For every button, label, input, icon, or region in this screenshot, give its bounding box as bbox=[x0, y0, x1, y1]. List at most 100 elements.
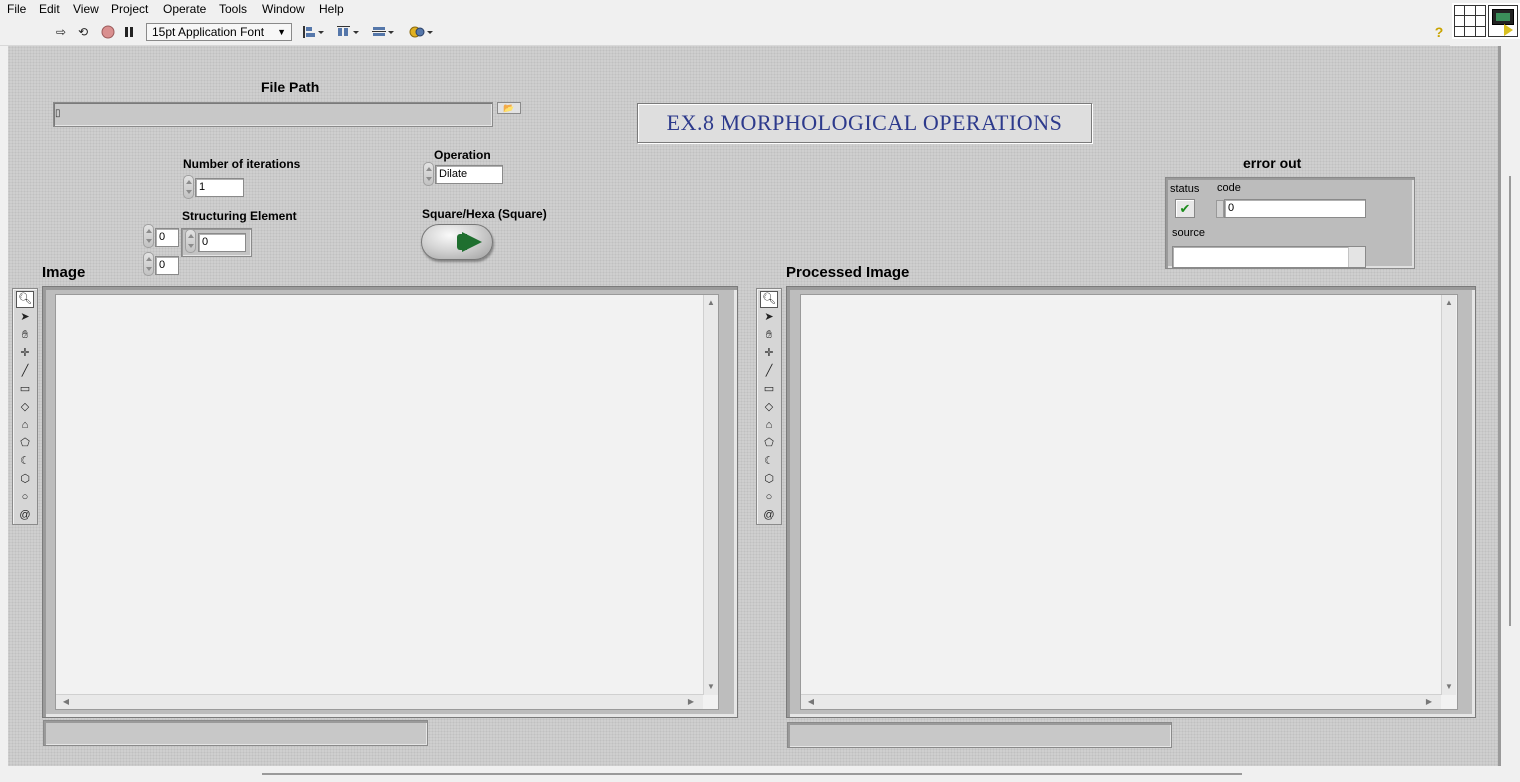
menu-file[interactable]: File bbox=[7, 2, 26, 16]
abort-icon[interactable] bbox=[100, 24, 116, 40]
line-icon[interactable]: ╱ bbox=[760, 363, 778, 380]
align-objects-icon[interactable] bbox=[301, 24, 325, 40]
scroll-down-icon[interactable]: ▼ bbox=[705, 681, 717, 693]
iterations-increment-decrement[interactable] bbox=[183, 175, 194, 199]
polygon-icon[interactable]: ⌂ bbox=[760, 417, 778, 434]
menu-help[interactable]: Help bbox=[319, 2, 344, 16]
broken-line-icon[interactable]: ○ bbox=[760, 489, 778, 506]
code-label: code bbox=[1217, 182, 1241, 194]
rotated-rectangle-icon[interactable]: ◇ bbox=[760, 399, 778, 416]
help-icon[interactable]: ? bbox=[1431, 24, 1447, 40]
structuring-element-label: Structuring Element bbox=[182, 209, 297, 223]
square-hexa-button[interactable] bbox=[421, 224, 493, 260]
rectangle-icon[interactable]: ▭ bbox=[16, 381, 34, 398]
font-selector[interactable]: 15pt Application Font ▼ bbox=[146, 23, 292, 41]
operation-increment-decrement[interactable] bbox=[423, 162, 434, 186]
processed-image-vertical-scrollbar[interactable]: ▲ ▼ bbox=[1441, 295, 1456, 695]
processed-image-display-canvas[interactable] bbox=[800, 294, 1458, 710]
pointer-icon[interactable]: ➤ bbox=[16, 309, 34, 326]
line-icon[interactable]: ╱ bbox=[16, 363, 34, 380]
browse-button[interactable]: 📂 bbox=[497, 102, 521, 114]
spiral-icon[interactable]: @ bbox=[16, 507, 34, 524]
vi-icon[interactable] bbox=[1488, 5, 1518, 37]
menu-edit[interactable]: Edit bbox=[39, 2, 60, 16]
code-input: 0 bbox=[1224, 199, 1366, 218]
annulus-icon[interactable]: ☾ bbox=[760, 453, 778, 470]
menu-tools[interactable]: Tools bbox=[219, 2, 247, 16]
font-selector-value: 15pt Application Font bbox=[152, 25, 265, 39]
annulus-icon[interactable]: ☾ bbox=[16, 453, 34, 470]
menu-bar: File Edit View Project Operate Tools Win… bbox=[0, 0, 1450, 18]
code-control: 0 bbox=[1216, 199, 1366, 219]
pan-icon[interactable]: ✋︎ bbox=[16, 327, 34, 344]
scroll-up-icon[interactable]: ▲ bbox=[1443, 297, 1455, 309]
pause-icon[interactable] bbox=[121, 24, 137, 40]
zoom-icon[interactable]: 🔍︎ bbox=[16, 291, 34, 308]
folder-icon: 📂 bbox=[503, 103, 515, 113]
status-indicator: ✔ bbox=[1175, 199, 1195, 218]
scroll-left-icon[interactable]: ◀ bbox=[805, 696, 817, 708]
run-continuously-icon[interactable]: ⟲ bbox=[75, 24, 91, 40]
freehand-icon[interactable]: ⬠ bbox=[16, 435, 34, 452]
point-icon[interactable]: ✛ bbox=[760, 345, 778, 362]
path-type-icon: ▯ bbox=[55, 108, 61, 119]
horizontal-scrollbar[interactable] bbox=[262, 773, 1242, 775]
iterations-label: Number of iterations bbox=[183, 157, 301, 171]
menu-operate[interactable]: Operate bbox=[163, 2, 206, 16]
source-label: source bbox=[1172, 227, 1206, 239]
operation-ring[interactable]: Dilate bbox=[435, 165, 503, 184]
menu-window[interactable]: Window bbox=[262, 2, 305, 16]
row-index-spinner[interactable] bbox=[143, 224, 154, 248]
error-out-label: error out bbox=[1243, 155, 1302, 171]
rectangle-icon[interactable]: ▭ bbox=[760, 381, 778, 398]
structuring-element-input[interactable]: 0 bbox=[198, 233, 246, 252]
vertical-scrollbar-thumb[interactable] bbox=[1509, 176, 1511, 626]
pan-icon[interactable]: ✋︎ bbox=[760, 327, 778, 344]
rotated-rectangle-icon[interactable]: ◇ bbox=[16, 399, 34, 416]
column-index-spinner[interactable] bbox=[143, 252, 154, 276]
reorder-icon[interactable] bbox=[408, 24, 434, 40]
vertical-scrollbar[interactable] bbox=[1498, 46, 1501, 766]
led-arrow-icon bbox=[462, 232, 482, 252]
run-arrow-icon[interactable]: ⇨ bbox=[53, 24, 69, 40]
zoom-icon[interactable]: 🔍︎ bbox=[760, 291, 778, 308]
point-icon[interactable]: ✛ bbox=[16, 345, 34, 362]
resize-objects-icon[interactable] bbox=[371, 24, 395, 40]
vi-connector-and-icon[interactable] bbox=[1452, 3, 1520, 39]
menu-view[interactable]: View bbox=[73, 2, 99, 16]
source-field bbox=[1172, 246, 1366, 268]
connector-pane-icon[interactable] bbox=[1454, 5, 1486, 37]
column-index-input[interactable]: 0 bbox=[155, 256, 179, 275]
scroll-down-icon[interactable]: ▼ bbox=[1443, 681, 1455, 693]
image-vertical-scrollbar[interactable]: ▲ ▼ bbox=[703, 295, 718, 695]
oval-icon[interactable]: ⬡ bbox=[16, 471, 34, 488]
element-spinner[interactable] bbox=[185, 229, 196, 253]
freehand-icon[interactable]: ⬠ bbox=[760, 435, 778, 452]
code-spinner bbox=[1216, 200, 1224, 218]
distribute-objects-icon[interactable] bbox=[336, 24, 360, 40]
file-path-label: File Path bbox=[261, 79, 320, 95]
oval-icon[interactable]: ⬡ bbox=[760, 471, 778, 488]
image-display-canvas[interactable] bbox=[55, 294, 719, 710]
image-status-bar bbox=[43, 720, 428, 746]
spiral-icon[interactable]: @ bbox=[760, 507, 778, 524]
iterations-input[interactable]: 1 bbox=[195, 178, 244, 197]
toolbar: ⇨ ⟲ 15pt Application Font ▼ ? bbox=[0, 18, 1450, 46]
pointer-icon[interactable]: ➤ bbox=[760, 309, 778, 326]
polygon-icon[interactable]: ⌂ bbox=[16, 417, 34, 434]
scroll-right-icon[interactable]: ▶ bbox=[1423, 696, 1435, 708]
image-horizontal-scrollbar[interactable]: ◀ ▶ bbox=[56, 694, 703, 709]
processed-image-horizontal-scrollbar[interactable]: ◀ ▶ bbox=[801, 694, 1441, 709]
scroll-right-icon[interactable]: ▶ bbox=[685, 696, 697, 708]
operation-label: Operation bbox=[434, 148, 491, 162]
scroll-left-icon[interactable]: ◀ bbox=[60, 696, 72, 708]
scroll-up-icon[interactable]: ▲ bbox=[705, 297, 717, 309]
processed-image-tool-palette: 🔍︎ ➤ ✋︎ ✛ ╱ ▭ ◇ ⌂ ⬠ ☾ ⬡ ○ @ bbox=[756, 288, 782, 525]
broken-line-icon[interactable]: ○ bbox=[16, 489, 34, 506]
menu-project[interactable]: Project bbox=[111, 2, 148, 16]
file-path-input[interactable] bbox=[53, 102, 493, 127]
processed-image-status-bar bbox=[787, 722, 1172, 748]
processed-image-label: Processed Image bbox=[786, 264, 910, 281]
chevron-down-icon: ▼ bbox=[277, 27, 286, 37]
row-index-input[interactable]: 0 bbox=[155, 228, 179, 247]
